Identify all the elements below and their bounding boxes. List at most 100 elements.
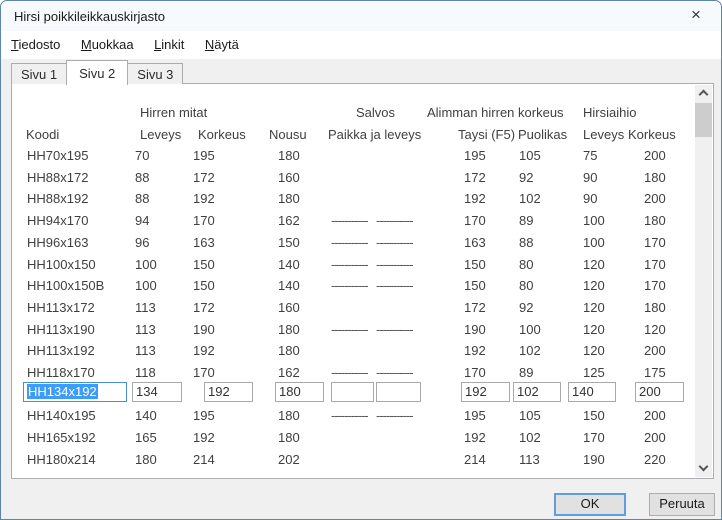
cell-leveys: 180: [135, 449, 157, 471]
cell-taysi: 150: [464, 275, 486, 297]
table-area: Hirren mitat Salvos Alimman hirren korke…: [12, 84, 713, 478]
scroll-up-button[interactable]: [695, 85, 712, 102]
cell-koodi: HH113x192: [27, 340, 95, 362]
column-header-paikka: Paikka ja leveys: [328, 127, 421, 142]
cell-nousu: 180: [278, 319, 300, 341]
table-row-editing[interactable]: HH134x192: [12, 382, 696, 406]
table-row[interactable]: HH113x192113192180192102120200: [12, 340, 696, 362]
cell-koodi: HH88x172: [27, 167, 88, 189]
cell-nousu: 150: [278, 232, 300, 254]
column-header-leveys: Leveys: [140, 127, 181, 142]
cell-taysi: 163: [464, 232, 486, 254]
cell-salvos-leveys: -----------: [376, 275, 413, 297]
chevron-down-icon: [699, 462, 709, 472]
table-row[interactable]: HH94x17094170162----------------------17…: [12, 210, 696, 232]
table-row[interactable]: HH70x1957019518019510575200: [12, 145, 696, 167]
tab-strip: Sivu 1 Sivu 2 Sivu 3: [11, 59, 182, 84]
cell-koodi: HH100x150B: [27, 275, 104, 297]
scroll-thumb[interactable]: [695, 103, 712, 137]
cell-nousu: 180: [278, 405, 300, 427]
edit-input-puolikas[interactable]: [513, 382, 561, 402]
edit-input-salvos-leveys[interactable]: [376, 382, 421, 402]
cell-puolikas: 102: [519, 188, 541, 210]
cell-puolikas: 92: [519, 167, 533, 189]
cell-aihio-korkeus: 200: [644, 188, 666, 210]
column-header-aihio-leveys: Leveys: [583, 127, 624, 142]
edit-input-leveys[interactable]: [132, 382, 182, 402]
column-header-puolikas: Puolikas: [518, 127, 567, 142]
cell-salvos-leveys: -----------: [376, 254, 413, 276]
cell-korkeus: 195: [193, 405, 215, 427]
cell-puolikas: 100: [519, 319, 541, 341]
edit-input-koodi[interactable]: HH134x192: [23, 382, 127, 402]
cancel-button[interactable]: Peruuta: [649, 493, 715, 516]
table-row[interactable]: HH100x150B100150140---------------------…: [12, 275, 696, 297]
menu-item-tiedosto[interactable]: Tiedosto: [3, 31, 68, 57]
cell-puolikas: 102: [519, 427, 541, 449]
table-row[interactable]: HH88x172881721601729290180: [12, 167, 696, 189]
close-button[interactable]: ×: [677, 1, 715, 31]
scroll-down-button[interactable]: [695, 460, 712, 477]
cell-nousu: 162: [278, 362, 300, 384]
cell-aihio-leveys: 120: [583, 297, 605, 319]
cell-aihio-leveys: 190: [583, 449, 605, 471]
cell-aihio-korkeus: 200: [644, 145, 666, 167]
group-header-salvos: Salvos: [356, 105, 395, 120]
cell-leveys: 100: [135, 275, 157, 297]
cell-koodi: HH100x150: [27, 254, 96, 276]
menu-item-nayta[interactable]: Näytä: [197, 31, 247, 57]
cell-aihio-leveys: 170: [583, 427, 605, 449]
cell-aihio-korkeus: 180: [644, 167, 666, 189]
table-row[interactable]: HH118x170118170162----------------------…: [12, 362, 696, 384]
cell-nousu: 140: [278, 254, 300, 276]
column-header-aihio-korkeus: Korkeus: [628, 127, 676, 142]
menu-item-linkit[interactable]: Linkit: [146, 31, 192, 57]
edit-input-aihio-korkeus[interactable]: [635, 382, 684, 402]
cell-leveys: 70: [135, 145, 149, 167]
tab-sivu-2[interactable]: Sivu 2: [66, 60, 128, 85]
cell-leveys: 88: [135, 167, 149, 189]
edit-input-salvos-paikka[interactable]: [331, 382, 374, 402]
cell-puolikas: 102: [519, 340, 541, 362]
cell-nousu: 160: [278, 167, 300, 189]
cell-korkeus: 192: [193, 340, 215, 362]
cell-salvos-paikka: -----------: [331, 232, 368, 254]
tab-sivu-3[interactable]: Sivu 3: [127, 63, 183, 84]
edit-input-aihio-leveys[interactable]: [568, 382, 616, 402]
cell-aihio-leveys: 120: [583, 340, 605, 362]
cell-aihio-leveys: 75: [583, 145, 597, 167]
edit-input-nousu[interactable]: [275, 382, 324, 402]
cell-salvos-leveys: -----------: [376, 232, 413, 254]
cell-taysi: 192: [464, 340, 486, 362]
cell-taysi: 192: [464, 188, 486, 210]
vertical-scrollbar[interactable]: [695, 85, 712, 477]
cell-aihio-korkeus: 175: [644, 362, 666, 384]
table-row[interactable]: HH140x195140195180----------------------…: [12, 405, 696, 427]
table-row[interactable]: HH165x192165192180192102170200: [12, 427, 696, 449]
table-row[interactable]: HH113x17211317216017292120180: [12, 297, 696, 319]
group-header-hirsiaihio: Hirsiaihio: [583, 105, 636, 120]
cell-aihio-korkeus: 200: [644, 340, 666, 362]
cell-taysi: 172: [464, 167, 486, 189]
edit-input-taysi[interactable]: [461, 382, 510, 402]
cell-nousu: 140: [278, 275, 300, 297]
cell-puolikas: 80: [519, 254, 533, 276]
cell-korkeus: 214: [193, 449, 215, 471]
table-row[interactable]: HH96x16396163150----------------------16…: [12, 232, 696, 254]
menu-bar: Tiedosto Muokkaa Linkit Näytä: [1, 31, 721, 59]
cell-leveys: 113: [135, 297, 156, 319]
cell-salvos-leveys: -----------: [376, 319, 413, 341]
tab-sivu-1[interactable]: Sivu 1: [11, 63, 67, 84]
cell-aihio-leveys: 100: [583, 232, 605, 254]
menu-item-muokkaa[interactable]: Muokkaa: [73, 31, 142, 57]
ok-button[interactable]: OK: [554, 493, 626, 516]
table-row[interactable]: HH180x214180214202214113190220: [12, 449, 696, 471]
edit-input-korkeus[interactable]: [204, 382, 253, 402]
cell-salvos-paikka: -----------: [331, 210, 368, 232]
cell-leveys: 118: [135, 362, 156, 384]
table-row[interactable]: HH88x1928819218019210290200: [12, 188, 696, 210]
table-row[interactable]: HH113x190113190180----------------------…: [12, 319, 696, 341]
column-header-nousu: Nousu: [269, 127, 307, 142]
cell-puolikas: 88: [519, 232, 533, 254]
table-row[interactable]: HH100x150100150140----------------------…: [12, 254, 696, 276]
